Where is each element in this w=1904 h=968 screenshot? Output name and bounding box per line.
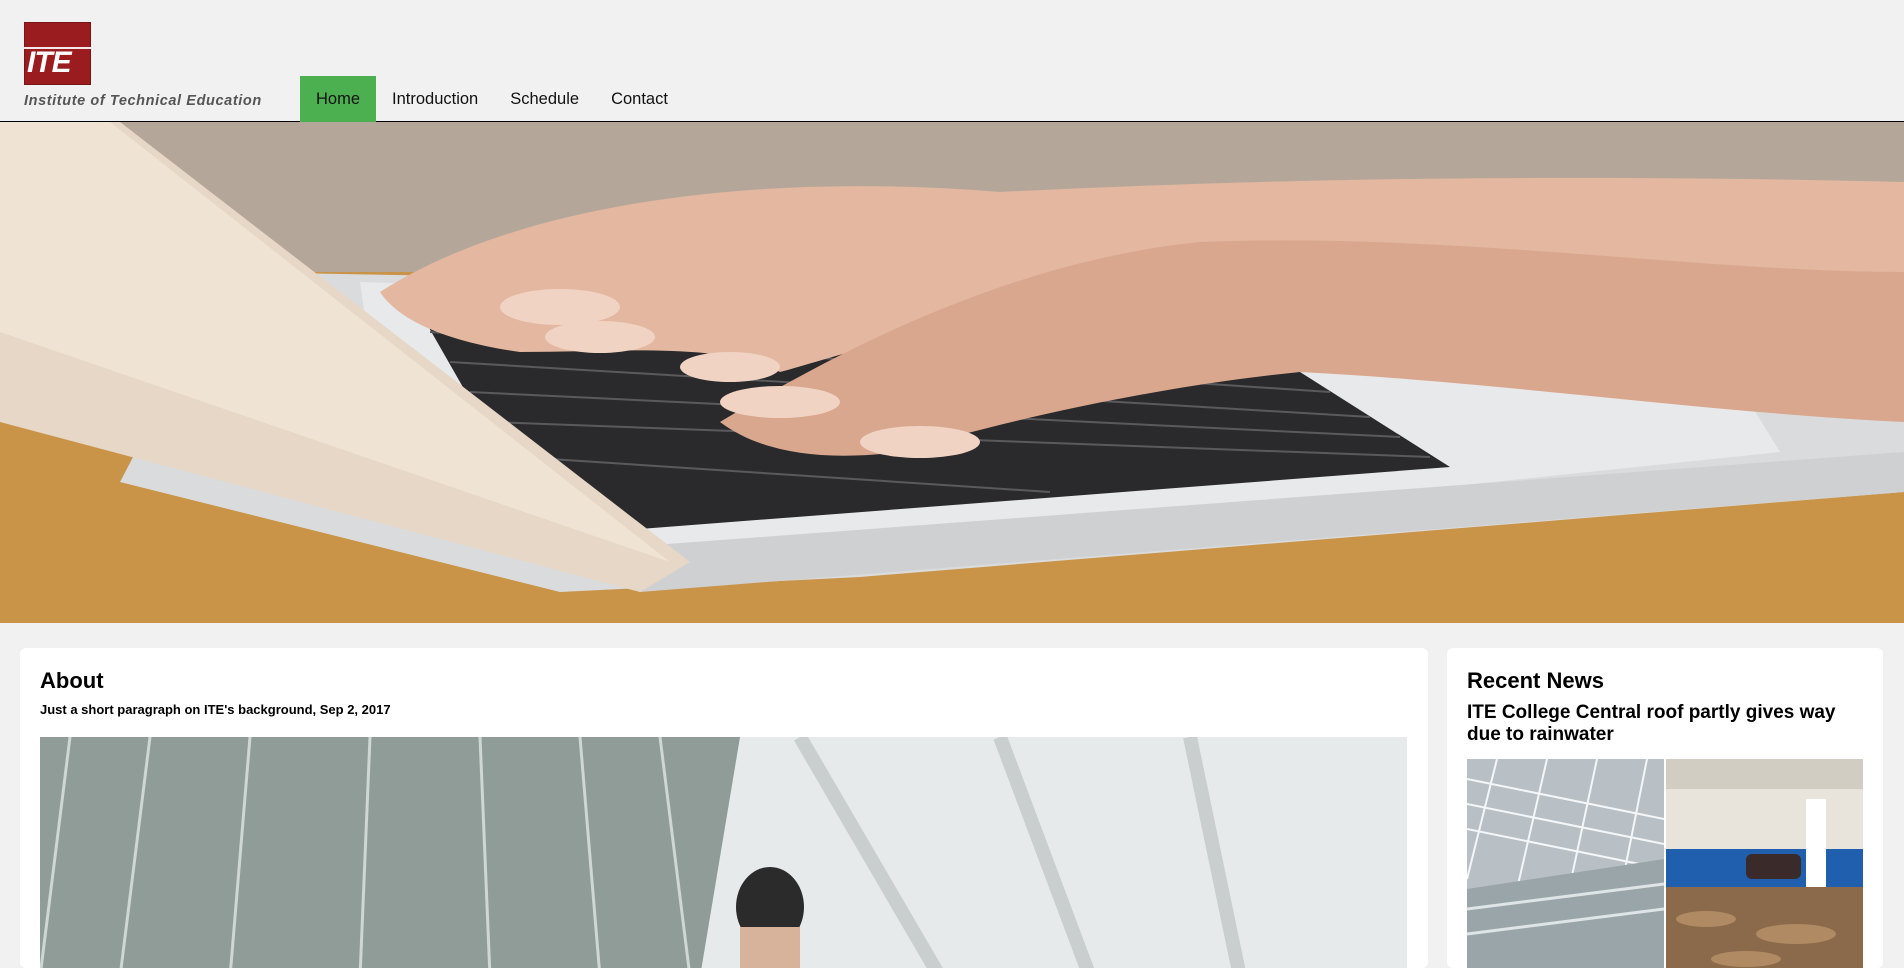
logo-institute-name: Institute of Technical Education	[24, 93, 262, 109]
about-card: About Just a short paragraph on ITE's ba…	[20, 648, 1428, 968]
recent-news-title: Recent News	[1467, 668, 1604, 693]
about-title: About	[40, 668, 104, 693]
nav-schedule[interactable]: Schedule	[494, 76, 595, 122]
nav-home[interactable]: Home	[300, 76, 377, 122]
nav-introduction[interactable]: Introduction	[376, 76, 494, 122]
nav-contact[interactable]: Contact	[595, 76, 684, 122]
main-nav: Home Introduction Schedule Contact	[300, 76, 684, 122]
laptop-typing-illustration	[0, 122, 1904, 623]
ite-logo-mark: ITE	[24, 22, 91, 85]
ite-logo[interactable]: ITE Institute of Technical Education	[24, 22, 284, 114]
hero-banner-image	[0, 122, 1904, 623]
glass-building-illustration	[40, 737, 1407, 968]
about-subtitle: Just a short paragraph on ITE's backgrou…	[40, 702, 391, 717]
about-photo	[40, 737, 1407, 968]
logo-mark-text: ITE	[27, 46, 72, 79]
site-header: ITE Institute of Technical Education Hom…	[0, 0, 1904, 122]
recent-news-card: Recent News ITE College Central roof par…	[1447, 648, 1883, 968]
news-headline[interactable]: ITE College Central roof partly gives wa…	[1467, 702, 1867, 746]
